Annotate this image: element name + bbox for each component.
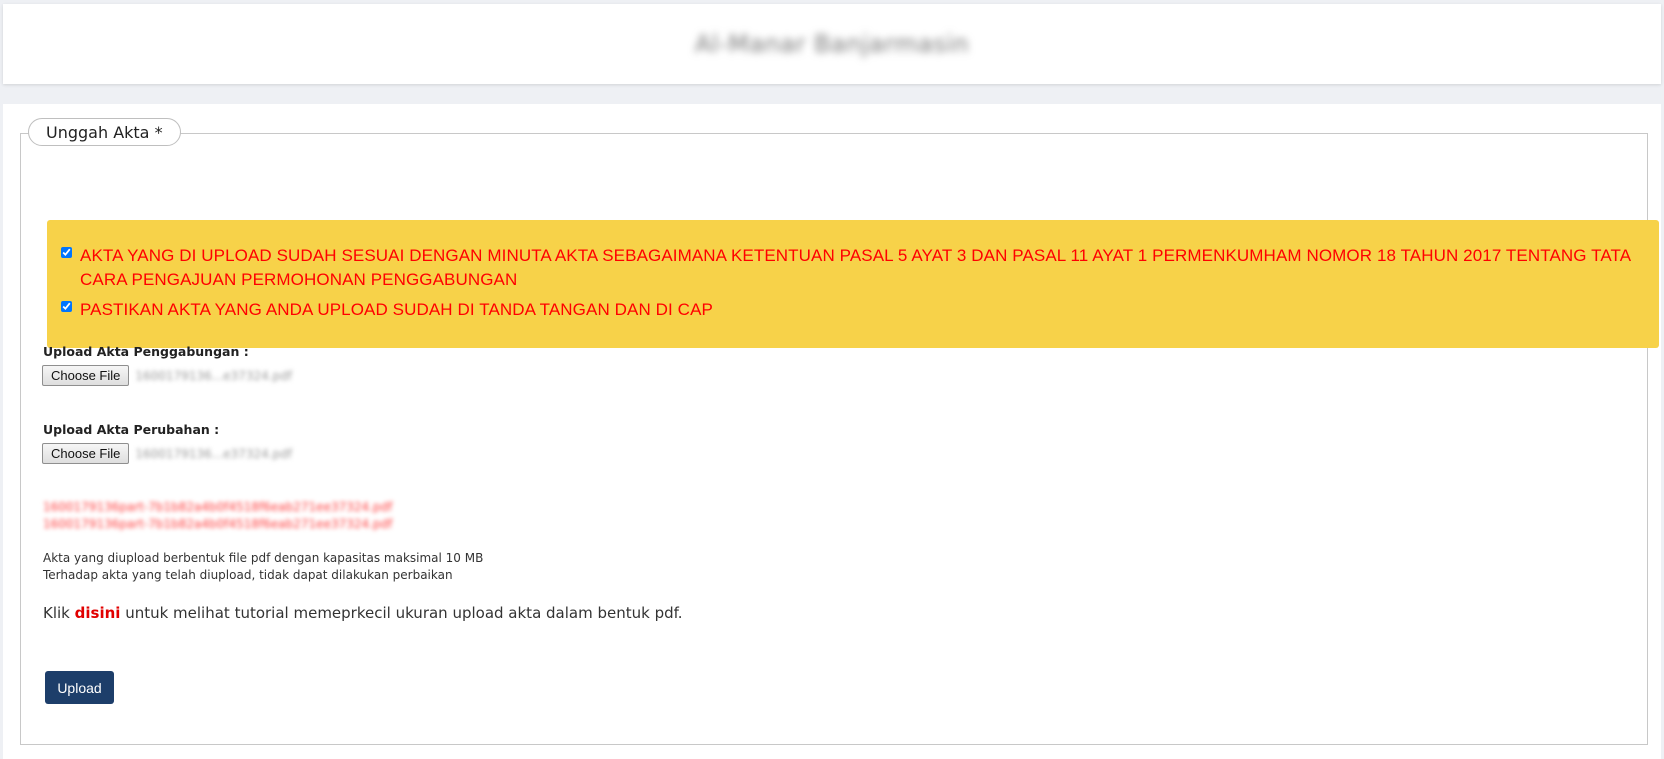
notice-text-2: PASTIKAN AKTA YANG ANDA UPLOAD SUDAH DI … [80,300,713,319]
upload-fieldset: AKTA YANG DI UPLOAD SUDAH SESUAI DENGAN … [20,133,1659,745]
upload-button[interactable]: Upload [45,671,114,704]
akta-penggabungan-label: Upload Akta Penggabungan : [43,344,249,359]
tutorial-prefix: Klik [43,604,75,622]
notice-item: PASTIKAN AKTA YANG ANDA UPLOAD SUDAH DI … [61,298,1645,322]
notice-box: AKTA YANG DI UPLOAD SUDAH SESUAI DENGAN … [47,220,1659,348]
notice-checkbox-2[interactable] [61,301,72,312]
notice-checkbox-1[interactable] [61,247,72,258]
section-legend: Unggah Akta * [28,118,181,146]
notice-item: AKTA YANG DI UPLOAD SUDAH SESUAI DENGAN … [61,244,1645,292]
main-panel: AKTA YANG DI UPLOAD SUDAH SESUAI DENGAN … [3,104,1661,759]
tutorial-text: Klik disini untuk melihat tutorial memep… [43,604,683,622]
tutorial-suffix: untuk melihat tutorial memeprkecil ukura… [120,604,683,622]
info-max-size: Akta yang diupload berbentuk file pdf de… [43,551,484,565]
akta-perubahan-file-input: Choose File 1600179136...e37324.pdf [42,443,292,464]
selected-file-name-penggabungan: 1600179136...e37324.pdf [135,368,292,383]
page-header: Al-Manar Banjarmasin [3,4,1661,84]
uploaded-file-link-2[interactable]: 1600179136part-7b1b82a4b0f4518f6eab271ee… [43,517,392,531]
choose-file-button-perubahan[interactable]: Choose File [42,443,130,464]
info-no-revision: Terhadap akta yang telah diupload, tidak… [43,568,453,582]
akta-perubahan-label: Upload Akta Perubahan : [43,422,220,437]
tutorial-link[interactable]: disini [75,604,121,622]
uploaded-file-link-1[interactable]: 1600179136part-7b1b82a4b0f4518f6eab271ee… [43,500,392,514]
choose-file-button-penggabungan[interactable]: Choose File [42,365,130,386]
header-title: Al-Manar Banjarmasin [694,30,970,58]
selected-file-name-perubahan: 1600179136...e37324.pdf [135,446,292,461]
akta-penggabungan-file-input: Choose File 1600179136...e37324.pdf [42,365,292,386]
notice-text-1: AKTA YANG DI UPLOAD SUDAH SESUAI DENGAN … [80,246,1631,289]
